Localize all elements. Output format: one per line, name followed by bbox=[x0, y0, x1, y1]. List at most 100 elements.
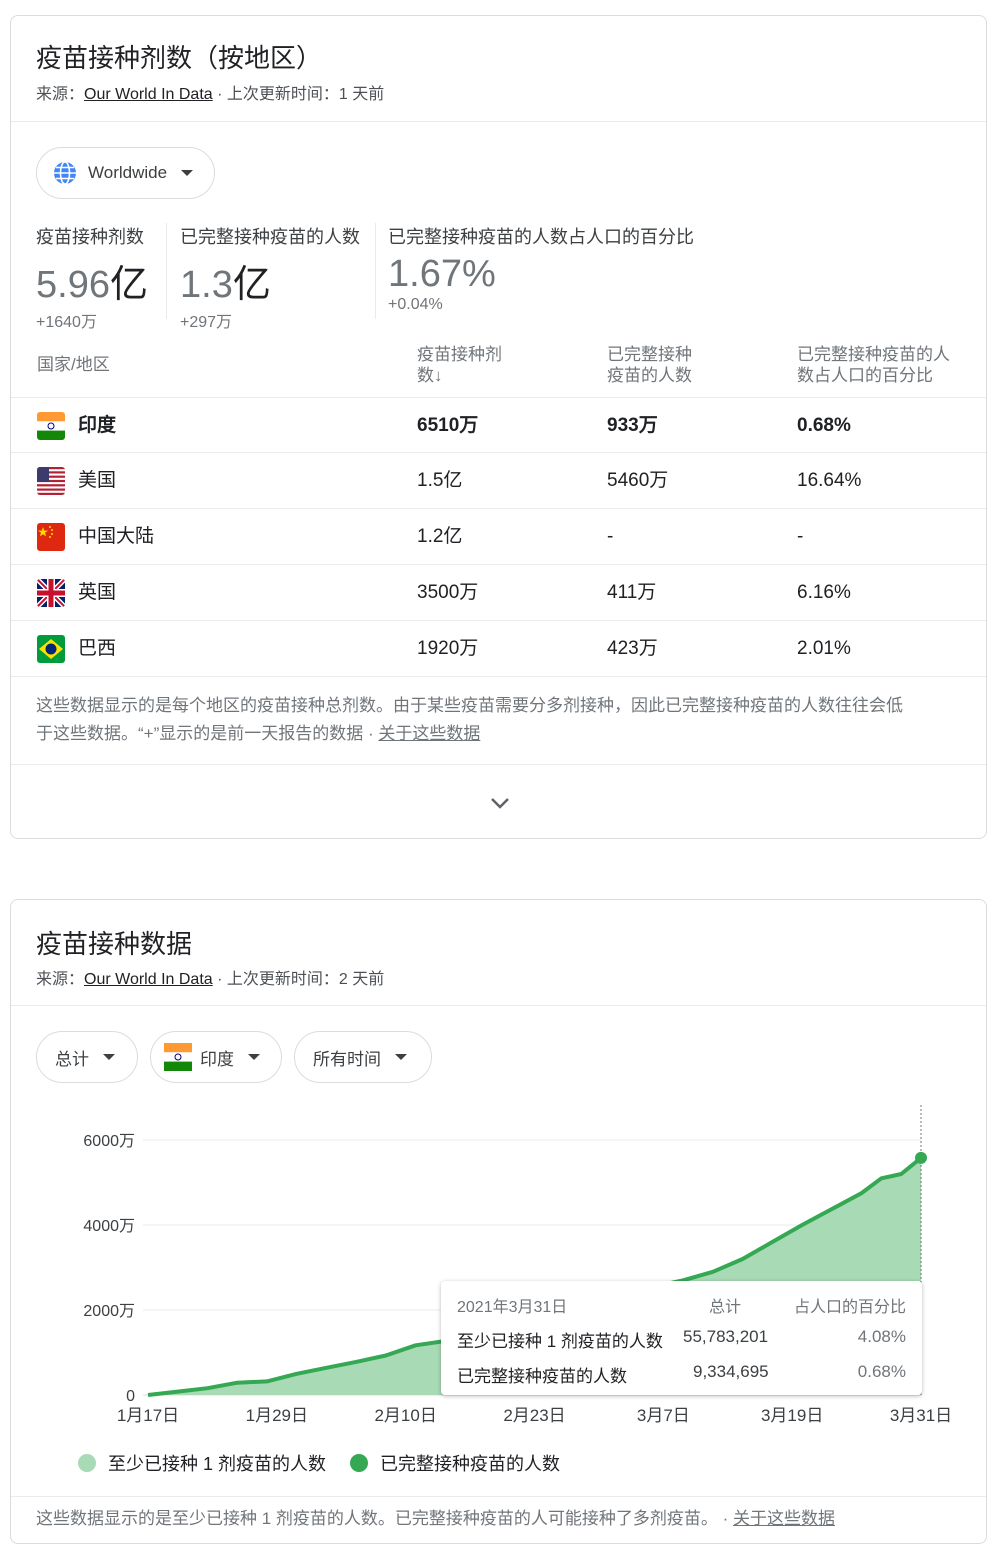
vaccine-doses-by-region-card: 疫苗接种剂数（按地区） 来源：Our World In Data · 上次更新时… bbox=[10, 15, 987, 839]
data-note: 这些数据显示的是至少已接种 1 剂疫苗的人数。已完整接种疫苗的人可能接种了多剂疫… bbox=[36, 1505, 835, 1533]
source-link[interactable]: Our World In Data bbox=[84, 971, 213, 988]
card-title: 疫苗接种剂数（按地区） bbox=[36, 43, 323, 73]
note-separator: · bbox=[717, 1509, 734, 1528]
region-name: 英国 bbox=[78, 582, 117, 603]
legend-label: 至少已接种 1 剂疫苗的人数 bbox=[108, 1454, 327, 1474]
source-prefix: 来源： bbox=[36, 86, 85, 103]
column-header-fully-vaccinated-percent[interactable]: 已完整接种疫苗的人 数占人口的百分比 bbox=[797, 344, 950, 386]
x-tick-label: 2月10日 bbox=[374, 1406, 436, 1425]
caret-down-icon bbox=[395, 1054, 407, 1060]
y-tick-label: 6000万 bbox=[83, 1133, 135, 1150]
chart-legend: 至少已接种 1 剂疫苗的人数 已完整接种疫苗的人数 bbox=[78, 1450, 560, 1476]
divider bbox=[11, 1005, 986, 1006]
note-line: 这些数据显示的是每个地区的疫苗接种总剂数。由于某些疫苗需要分多剂接种，因此已完整… bbox=[36, 696, 903, 715]
legend-swatch-fully-vaccinated bbox=[350, 1454, 369, 1472]
caret-down-icon bbox=[103, 1054, 115, 1060]
stat-delta: +297万 bbox=[180, 314, 233, 331]
source-link[interactable]: Our World In Data bbox=[84, 86, 213, 103]
stat-label: 已完整接种疫苗的人数 bbox=[180, 227, 360, 247]
data-note: 这些数据显示的是每个地区的疫苗接种总剂数。由于某些疫苗需要分多剂接种，因此已完整… bbox=[36, 692, 966, 748]
doses-value: 1.2亿 bbox=[417, 526, 463, 547]
usa-flag-icon bbox=[37, 467, 65, 495]
tooltip-date: 2021年3月31日 bbox=[457, 1299, 568, 1316]
y-tick-label: 2000万 bbox=[83, 1303, 135, 1320]
region-name: 中国大陆 bbox=[78, 526, 155, 547]
x-tick-label: 1月17日 bbox=[117, 1406, 179, 1425]
source-line: 来源：Our World In Data · 上次更新时间：1 天前 bbox=[36, 80, 384, 104]
metric-selector[interactable]: 总计 bbox=[36, 1031, 138, 1083]
chart-tooltip: 2021年3月31日 总计 占人口的百分比 至少已接种 1 剂疫苗的人数 55,… bbox=[441, 1281, 922, 1395]
region-name: 美国 bbox=[78, 470, 117, 491]
percent-value: 0.68% bbox=[797, 415, 851, 436]
x-tick-label: 2月23日 bbox=[503, 1406, 565, 1425]
percent-value: 16.64% bbox=[797, 470, 862, 491]
fully-vaccinated-value: - bbox=[607, 526, 614, 547]
stat-delta: +1640万 bbox=[36, 314, 97, 331]
tooltip-row-total: 9,334,695 bbox=[693, 1362, 769, 1381]
table-row[interactable]: 中国大陆 1.2亿 - - bbox=[11, 508, 986, 565]
caret-down-icon bbox=[248, 1054, 260, 1060]
x-tick-label: 3月19日 bbox=[761, 1406, 823, 1425]
globe-icon bbox=[54, 161, 76, 185]
stat-total-doses: 疫苗接种剂数 5.96亿 +1640万 bbox=[36, 223, 161, 332]
country-selector-label: 印度 bbox=[200, 1049, 234, 1069]
last-updated: · 上次更新时间：2 天前 bbox=[212, 971, 385, 988]
time-range-selector[interactable]: 所有时间 bbox=[294, 1031, 432, 1083]
metric-selector-label: 总计 bbox=[55, 1049, 89, 1069]
x-tick-label: 3月7日 bbox=[637, 1406, 690, 1425]
note-line: 于这些数据。“+”显示的是前一天报告的数据 · 关于这些数据 bbox=[36, 724, 481, 743]
tooltip-column-total: 总计 bbox=[709, 1299, 742, 1316]
stat-value: 1.67% bbox=[388, 253, 496, 295]
note-text: 这些数据显示的是至少已接种 1 剂疫苗的人数。已完整接种疫苗的人可能接种了多剂疫… bbox=[36, 1509, 718, 1528]
table-row[interactable]: 印度 6510万 933万 0.68% bbox=[11, 397, 986, 454]
caret-down-icon bbox=[181, 170, 194, 176]
uk-flag-icon bbox=[37, 579, 65, 607]
table-row[interactable]: 英国 3500万 411万 6.16% bbox=[11, 564, 986, 621]
fully-vaccinated-value: 933万 bbox=[607, 415, 658, 436]
source-line: 来源：Our World In Data · 上次更新时间：2 天前 bbox=[36, 965, 384, 989]
tooltip-row-label: 至少已接种 1 剂疫苗的人数 bbox=[457, 1332, 663, 1351]
stat-fully-vaccinated: 已完整接种疫苗的人数 1.3亿 +297万 bbox=[180, 223, 370, 332]
divider bbox=[11, 764, 986, 765]
chart-highlight-point bbox=[915, 1151, 927, 1164]
divider bbox=[11, 676, 986, 677]
country-selector[interactable]: 印度 bbox=[150, 1031, 282, 1083]
doses-value: 3500万 bbox=[417, 582, 479, 603]
region-selector[interactable]: Worldwide bbox=[36, 147, 215, 199]
stat-value: 1.3亿 bbox=[180, 264, 271, 306]
y-tick-label: 4000万 bbox=[83, 1218, 135, 1235]
percent-value: - bbox=[797, 526, 804, 547]
stat-value: 5.96亿 bbox=[36, 264, 148, 306]
table-row[interactable]: 美国 1.5亿 5460万 16.64% bbox=[11, 452, 986, 509]
last-updated: · 上次更新时间：1 天前 bbox=[212, 86, 385, 103]
column-header-doses-sortable[interactable]: 疫苗接种剂 数↓ bbox=[417, 344, 502, 386]
divider bbox=[11, 1496, 986, 1497]
region-name: 巴西 bbox=[78, 638, 117, 659]
legend-swatch-at-least-one-dose bbox=[78, 1454, 96, 1472]
percent-value: 2.01% bbox=[797, 638, 851, 659]
column-header-fully-vaccinated[interactable]: 已完整接种 疫苗的人数 bbox=[607, 344, 692, 386]
tooltip-row-total: 55,783,201 bbox=[683, 1327, 769, 1346]
divider bbox=[11, 121, 986, 122]
doses-value: 1.5亿 bbox=[417, 470, 463, 491]
stat-delta: +0.04% bbox=[388, 296, 443, 313]
tooltip-row-label: 已完整接种疫苗的人数 bbox=[457, 1367, 627, 1386]
x-tick-label: 3月31日 bbox=[890, 1406, 952, 1425]
india-flag-icon bbox=[164, 1043, 192, 1071]
expand-button[interactable] bbox=[485, 788, 515, 818]
x-tick-label: 1月29日 bbox=[246, 1406, 308, 1425]
about-data-link[interactable]: 关于这些数据 bbox=[378, 724, 480, 743]
tooltip-column-percent: 占人口的百分比 bbox=[793, 1299, 906, 1316]
doses-value: 1920万 bbox=[417, 638, 479, 659]
divider bbox=[166, 223, 167, 319]
china-flag-icon bbox=[37, 523, 65, 551]
about-data-link[interactable]: 关于这些数据 bbox=[733, 1509, 835, 1528]
divider bbox=[375, 223, 376, 319]
table-row[interactable]: 巴西 1920万 423万 2.01% bbox=[11, 620, 986, 677]
chevron-down-icon bbox=[491, 798, 509, 809]
fully-vaccinated-value: 5460万 bbox=[607, 470, 669, 491]
brazil-flag-icon bbox=[37, 635, 65, 663]
y-tick-label: 0 bbox=[126, 1388, 135, 1405]
percent-value: 6.16% bbox=[797, 582, 851, 603]
stat-label: 疫苗接种剂数 bbox=[36, 227, 144, 247]
